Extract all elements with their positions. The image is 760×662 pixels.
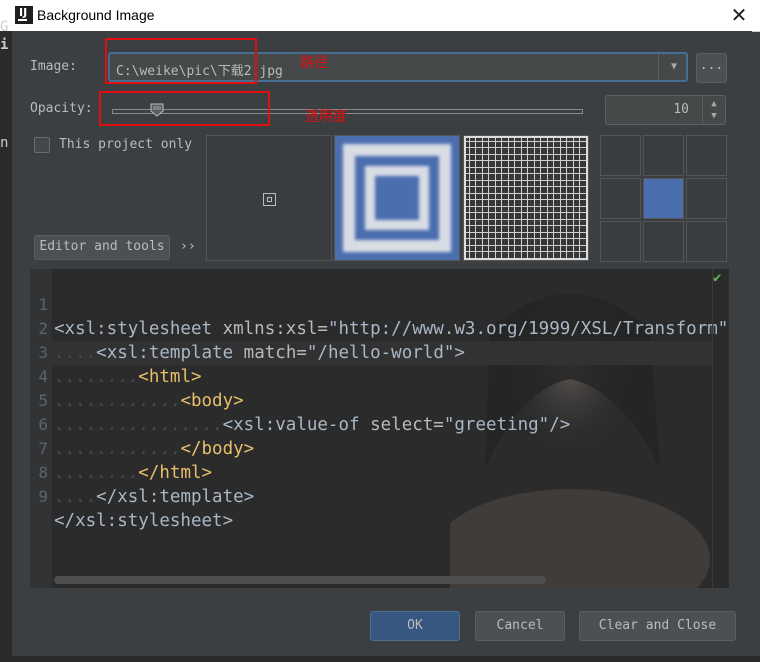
- code-line: 3 ........<html>: [30, 317, 201, 387]
- tile-pattern: [466, 138, 586, 258]
- opacity-spinner[interactable]: 10 ▲ ▼: [605, 95, 726, 125]
- code-tag-end: />: [549, 415, 571, 435]
- this-project-only-checkbox[interactable]: [34, 137, 50, 153]
- code-tag-end: >: [454, 343, 465, 363]
- code-line: 6 ............</body>: [30, 389, 254, 459]
- opacity-value[interactable]: 10: [673, 102, 689, 117]
- ok-button[interactable]: OK: [370, 611, 460, 641]
- anchor-top-left[interactable]: [600, 135, 641, 176]
- chevron-down-icon[interactable]: ▼: [705, 110, 723, 122]
- code-attribute: match=: [243, 343, 307, 363]
- code-line: 5 ................<xsl:value-of select="…: [30, 365, 570, 435]
- opacity-label: Opacity:: [30, 101, 93, 116]
- this-project-only-label[interactable]: This project only: [59, 137, 192, 152]
- code-tag: </xsl:template>: [96, 487, 255, 507]
- anchor-bottom-right[interactable]: [686, 221, 727, 262]
- code-tag: <body>: [180, 391, 244, 411]
- title-bar: IJ Background Image ✕: [0, 0, 760, 32]
- path-annotation: 路径: [300, 55, 328, 71]
- right-margin-guide: [712, 269, 713, 588]
- horizontal-scrollbar[interactable]: [54, 576, 546, 584]
- checkmark-icon: ✔: [713, 270, 722, 286]
- more-tabs-icon[interactable]: ››: [180, 239, 196, 254]
- anchor-bottom-left[interactable]: [600, 221, 641, 262]
- opacity-annotation: 透明度: [305, 109, 347, 125]
- anchor-middle-right[interactable]: [686, 178, 727, 219]
- browse-button[interactable]: ...: [696, 53, 727, 83]
- opacity-highlight-box: [99, 91, 270, 126]
- code-line: 8 ....</xsl:template>: [30, 437, 254, 507]
- anchor-bottom-center[interactable]: [643, 221, 684, 262]
- anchor-top-right[interactable]: [686, 135, 727, 176]
- code-line: 7 ........</html>: [30, 413, 212, 483]
- window-bottom-edge: [0, 656, 760, 662]
- code-tag: </html>: [138, 463, 213, 483]
- fill-option-tile[interactable]: [463, 135, 589, 261]
- anchor-center[interactable]: [643, 178, 684, 219]
- tab-editor-and-tools[interactable]: Editor and tools: [34, 235, 170, 260]
- code-tag: <xsl:template: [96, 343, 244, 363]
- fill-option-plain[interactable]: [206, 135, 332, 261]
- code-line: 4 ............<body>: [30, 341, 243, 411]
- code-line: 2 ....<xsl:template match="/hello-world"…: [30, 293, 465, 363]
- fill-option-scale[interactable]: [334, 135, 460, 261]
- anchor-middle-left[interactable]: [600, 178, 641, 219]
- background-editor-edge: G i n: [0, 19, 12, 662]
- window-title: Background Image: [37, 7, 155, 23]
- chevron-down-icon[interactable]: ▼: [664, 57, 684, 77]
- code-tag: </body>: [180, 439, 255, 459]
- code-tag: <xsl:value-of: [222, 415, 371, 435]
- scaled-square-inner: [365, 166, 429, 230]
- line-number: 9: [38, 487, 48, 506]
- code-attribute: xmlns:xsl=: [222, 319, 328, 339]
- code-tag: </xsl:stylesheet>: [54, 511, 234, 531]
- code-value: "/hello-world": [306, 343, 455, 363]
- code-value: "http://www.w3.org/1999/XSL/Transform": [327, 319, 729, 339]
- close-icon[interactable]: ✕: [728, 3, 750, 27]
- code-attribute: select=: [370, 415, 444, 435]
- code-tag: <html>: [138, 367, 202, 387]
- anchor-top-center[interactable]: [643, 135, 684, 176]
- small-square-icon: [263, 193, 276, 206]
- code-line: 9 </xsl:stylesheet>: [30, 461, 233, 531]
- chevron-up-icon[interactable]: ▲: [705, 98, 723, 110]
- spinner-divider: [702, 96, 703, 124]
- code-value: "greeting": [443, 415, 550, 435]
- cancel-button[interactable]: Cancel: [475, 611, 565, 641]
- clear-and-close-button[interactable]: Clear and Close: [579, 611, 736, 641]
- intellij-idea-icon: IJ: [15, 6, 33, 24]
- code-line: 1 <xsl:stylesheet xmlns:xsl="http://www.…: [30, 269, 728, 339]
- code-preview: 1 <xsl:stylesheet xmlns:xsl="http://www.…: [30, 269, 729, 588]
- image-label: Image:: [30, 59, 77, 74]
- path-highlight-box: [105, 38, 257, 84]
- combo-divider: [658, 54, 659, 80]
